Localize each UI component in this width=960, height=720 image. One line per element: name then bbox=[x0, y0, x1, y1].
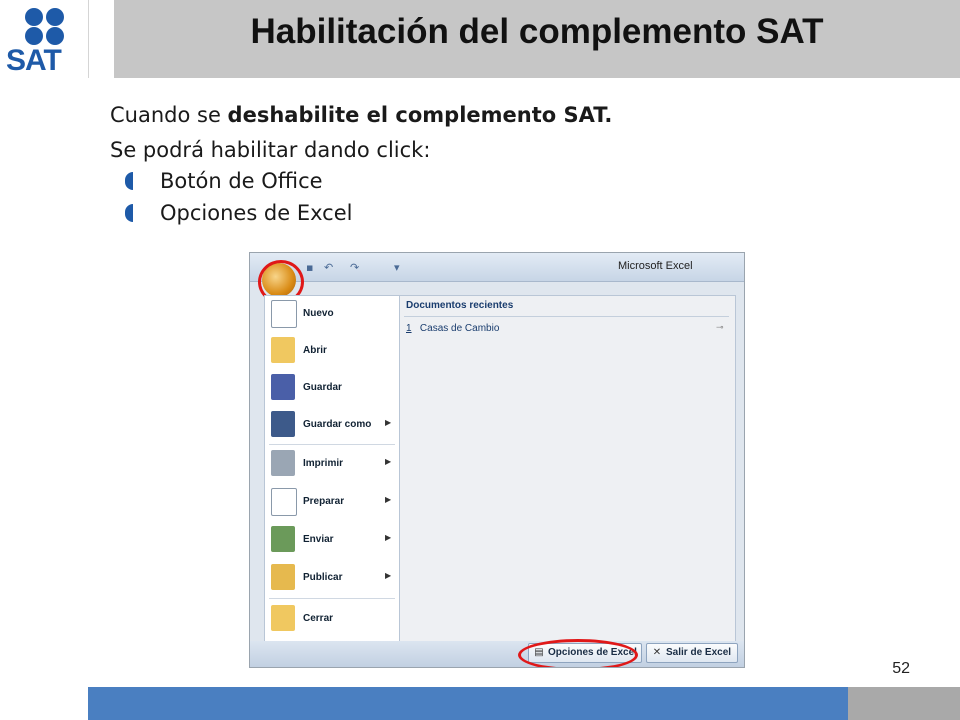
logo-dot-icon bbox=[46, 27, 64, 45]
recent-divider bbox=[404, 316, 729, 317]
recent-item-number: 1 bbox=[406, 323, 412, 334]
new-document-icon bbox=[271, 300, 297, 328]
footer-band bbox=[88, 687, 848, 720]
menu-item-guardar-como[interactable]: Guardar como ▶ bbox=[265, 407, 399, 443]
exit-excel-label: Salir de Excel bbox=[666, 647, 732, 658]
office-menu: Nuevo Abrir Guardar Guardar como ▶ Impri… bbox=[264, 295, 400, 643]
logo-dot-icon bbox=[25, 8, 43, 26]
undo-icon: ↶ bbox=[324, 261, 334, 274]
header-divider bbox=[88, 0, 115, 78]
printer-icon bbox=[271, 450, 295, 476]
exit-excel-button[interactable]: ✕ Salir de Excel bbox=[646, 643, 738, 663]
menu-item-label: Preparar bbox=[303, 496, 345, 507]
logo-dot-icon bbox=[25, 27, 43, 45]
menu-item-nuevo[interactable]: Nuevo bbox=[265, 296, 399, 332]
excel-title-bar: ▪ ↶ ↷ ▾ Microsoft Excel bbox=[250, 253, 744, 282]
save-as-icon bbox=[271, 411, 295, 437]
menu-item-label: Guardar como bbox=[303, 419, 372, 430]
recent-item-name: Casas de Cambio bbox=[419, 323, 500, 334]
recent-documents-header: Documentos recientes bbox=[406, 300, 514, 311]
menu-item-label: Publicar bbox=[303, 572, 343, 583]
bullet-text: Opciones de Excel bbox=[160, 201, 353, 225]
menu-item-abrir[interactable]: Abrir bbox=[265, 333, 399, 369]
logo-text: SAT bbox=[6, 44, 62, 77]
send-icon bbox=[271, 526, 295, 552]
logo-dot-icon bbox=[46, 8, 64, 26]
bullet-icon bbox=[125, 172, 133, 190]
intro-line: Cuando se deshabilite el complemento SAT… bbox=[110, 103, 612, 127]
open-folder-icon bbox=[271, 337, 295, 363]
app-title: Microsoft Excel bbox=[618, 260, 693, 272]
recent-documents-panel: Documentos recientes 1 Casas de Cambio ⊸ bbox=[399, 295, 736, 643]
bullet-icon bbox=[125, 204, 133, 222]
close-icon: ✕ bbox=[652, 647, 662, 658]
menu-item-preparar[interactable]: Preparar ▶ bbox=[265, 484, 399, 520]
options-button-highlight bbox=[518, 639, 638, 667]
instruction-line: Se podrá habilitar dando click: bbox=[110, 138, 431, 162]
pin-icon[interactable]: ⊸ bbox=[716, 323, 724, 333]
menu-item-label: Nuevo bbox=[303, 308, 334, 319]
customize-icon: ▾ bbox=[394, 261, 400, 274]
menu-item-label: Abrir bbox=[303, 345, 327, 356]
menu-item-enviar[interactable]: Enviar ▶ bbox=[265, 522, 399, 558]
menu-item-guardar[interactable]: Guardar bbox=[265, 370, 399, 406]
close-folder-icon bbox=[271, 605, 295, 631]
intro-prefix: Cuando se bbox=[110, 103, 228, 127]
menu-separator bbox=[269, 598, 395, 599]
slide-title: Habilitación del complemento SAT bbox=[250, 12, 824, 51]
menu-item-publicar[interactable]: Publicar ▶ bbox=[265, 560, 399, 596]
submenu-arrow-icon: ▶ bbox=[385, 418, 392, 427]
menu-item-label: Guardar bbox=[303, 382, 342, 393]
office-menu-footer: ▤ Opciones de Excel ✕ Salir de Excel bbox=[250, 641, 744, 667]
submenu-arrow-icon: ▶ bbox=[385, 533, 392, 542]
menu-item-label: Enviar bbox=[303, 534, 334, 545]
redo-icon: ↷ bbox=[350, 261, 360, 274]
menu-item-label: Cerrar bbox=[303, 613, 334, 624]
menu-separator bbox=[269, 444, 395, 445]
menu-item-imprimir[interactable]: Imprimir ▶ bbox=[265, 446, 399, 482]
submenu-arrow-icon: ▶ bbox=[385, 571, 392, 580]
menu-item-cerrar[interactable]: Cerrar bbox=[265, 601, 399, 637]
submenu-arrow-icon: ▶ bbox=[385, 495, 392, 504]
save-icon: ▪ bbox=[306, 261, 314, 274]
excel-screenshot: ▪ ↶ ↷ ▾ Microsoft Excel Nuevo Abrir Guar… bbox=[249, 252, 745, 668]
prepare-icon bbox=[271, 488, 297, 516]
bullet-text: Botón de Office bbox=[160, 169, 323, 193]
menu-item-label: Imprimir bbox=[303, 458, 344, 469]
intro-bold: deshabilite el complemento SAT. bbox=[227, 103, 613, 127]
submenu-arrow-icon: ▶ bbox=[385, 457, 392, 466]
slide-header: SAT Habilitación del complemento SAT bbox=[0, 0, 960, 78]
save-disk-icon bbox=[271, 374, 295, 400]
recent-document-item[interactable]: 1 Casas de Cambio bbox=[406, 323, 499, 334]
footer-left bbox=[0, 687, 88, 720]
sat-logo: SAT bbox=[0, 0, 88, 78]
footer-right bbox=[848, 687, 960, 720]
page-number: 52 bbox=[892, 660, 910, 677]
publish-icon bbox=[271, 564, 295, 590]
